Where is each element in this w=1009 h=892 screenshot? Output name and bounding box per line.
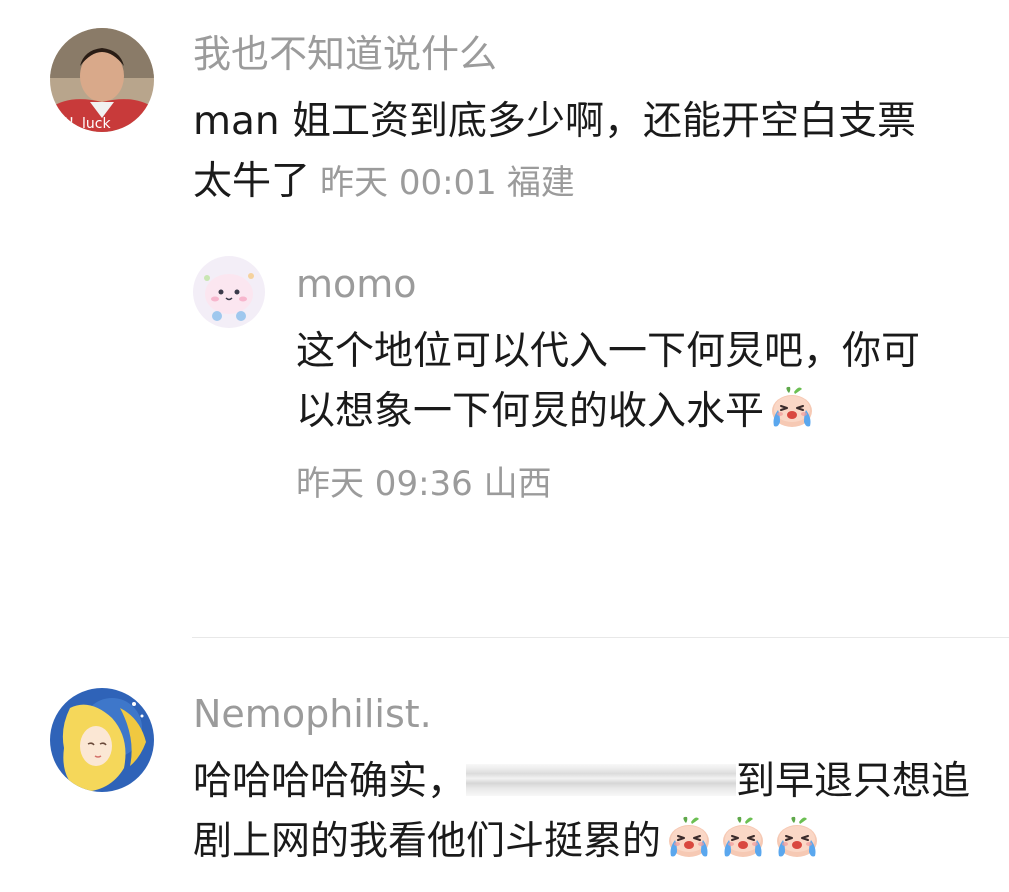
reply-text-line: 这个地位可以代入一下何炅吧，你可 — [296, 329, 921, 374]
reply-text: 这个地位可以代入一下何炅吧，你可 以想象一下何炅的收入水平 — [296, 322, 920, 442]
avatar-image — [50, 688, 154, 792]
comment-text-line: man 姐工资到底多少啊，还能开空白支票 — [193, 99, 917, 144]
comment-text-line: 太牛了 昨天 00:01 福建 — [193, 152, 916, 213]
comment-username[interactable]: 我也不知道说什么 — [193, 32, 497, 76]
reply-location: 山西 — [483, 464, 552, 504]
reply-text-line-end: 以想象一下何炅的收入水平 — [296, 389, 765, 434]
redacted-text-blur — [466, 764, 737, 796]
comment-location: 福建 — [506, 163, 575, 203]
user-avatar[interactable]: 运！luck — [50, 28, 154, 132]
comment-divider — [192, 637, 1009, 638]
reply-time: 昨天 09:36 — [296, 464, 473, 504]
comment-text-fragment: 到早退只想追 — [736, 759, 971, 804]
comment-text-fragment: 哈哈哈哈确实， — [193, 759, 467, 804]
comment-text-line-end: 剧上网的我看他们斗挺累的 — [193, 819, 662, 864]
crying-peach-icon — [663, 814, 715, 860]
comment-text-line: 哈哈哈哈确实， 到早退只想追 — [193, 752, 970, 812]
comment-text-line-end: 太牛了 — [193, 159, 311, 204]
avatar-image: 运！luck — [50, 28, 154, 132]
user-avatar[interactable] — [50, 688, 154, 792]
avatar-caption: 运！luck — [54, 116, 111, 132]
comment-text: 哈哈哈哈确实， 到早退只想追 剧上网的我看他们斗挺累的 — [193, 752, 970, 872]
user-avatar[interactable] — [193, 256, 265, 328]
reply-text-line: 以想象一下何炅的收入水平 — [296, 382, 920, 442]
comment-text: man 姐工资到底多少啊，还能开空白支票 太牛了 昨天 00:01 福建 — [193, 92, 916, 213]
crying-peach-icon — [766, 384, 818, 430]
reply-username[interactable]: momo — [296, 262, 417, 306]
avatar-image — [193, 256, 265, 328]
comment-time: 昨天 00:01 — [320, 163, 497, 203]
comment-username[interactable]: Nemophilist. — [193, 692, 432, 736]
reply-meta: 昨天 09:36 山西 — [296, 462, 552, 506]
crying-peach-icon — [717, 814, 769, 860]
crying-peach-icon — [771, 814, 823, 860]
comment-text-line: 剧上网的我看他们斗挺累的 — [193, 812, 970, 872]
